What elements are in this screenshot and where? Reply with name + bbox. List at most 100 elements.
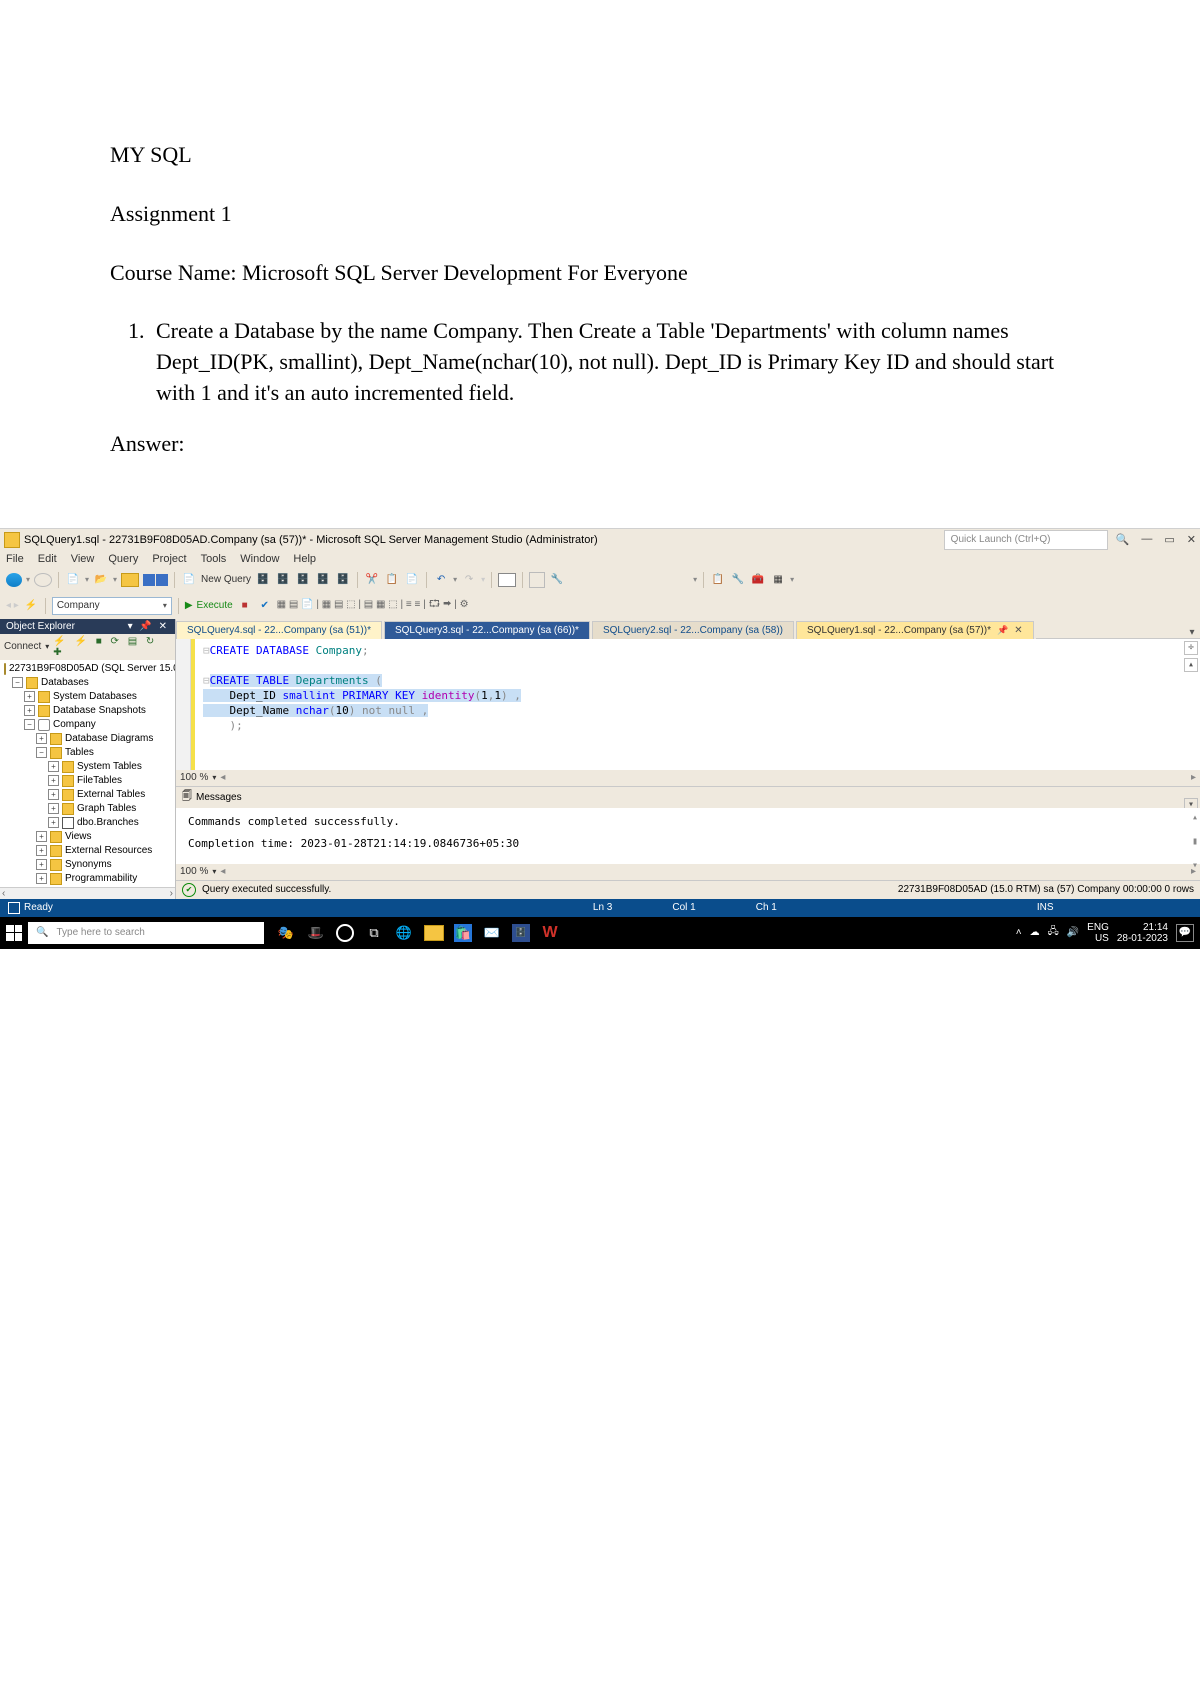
db-snapshots-node[interactable]: Database Snapshots (53, 705, 146, 716)
expand-icon[interactable]: + (48, 817, 59, 828)
expand-icon[interactable]: + (48, 803, 59, 814)
store-icon[interactable]: 🛍️ (454, 924, 472, 942)
redo-icon[interactable]: ↷ (461, 572, 477, 588)
views-node[interactable]: Views (65, 831, 92, 842)
connect-button[interactable]: Connect (4, 641, 41, 652)
menu-view[interactable]: View (71, 553, 95, 565)
tab-sqlquery1[interactable]: SQLQuery1.sql - 22...Company (sa (57))* … (796, 621, 1034, 639)
mail-icon[interactable]: ✉️ (482, 923, 502, 943)
cortana-icon[interactable] (336, 924, 354, 942)
dmx-icon[interactable]: 🗄️ (315, 572, 331, 588)
messages-tab[interactable]: Messages (196, 792, 242, 803)
new-query-icon[interactable]: 📄 (181, 572, 197, 588)
network-icon[interactable]: 🖧 (1048, 924, 1059, 941)
server-node[interactable]: 22731B9F08D05AD (SQL Server 15.0.200 (9, 663, 175, 674)
taskbar-app-icon[interactable]: 🎭 (276, 923, 296, 943)
expand-icon[interactable]: + (48, 761, 59, 772)
taskbar-app-icon[interactable]: 🎩 (306, 923, 326, 943)
graph-tables-node[interactable]: Graph Tables (77, 803, 136, 814)
object-explorer-tree[interactable]: 22731B9F08D05AD (SQL Server 15.0.200^ −D… (0, 660, 175, 887)
branches-table-node[interactable]: dbo.Branches (77, 817, 139, 828)
expand-icon[interactable]: + (36, 845, 47, 856)
expand-icon[interactable]: + (24, 691, 35, 702)
volume-icon[interactable]: 🔊 (1067, 927, 1079, 938)
new-project-icon[interactable]: 📄 (65, 572, 81, 588)
activity-monitor-icon[interactable]: 🔧 (549, 572, 565, 588)
databases-node[interactable]: Databases (41, 677, 89, 688)
company-db-node[interactable]: Company (53, 719, 96, 730)
scroll-right-icon[interactable]: › (170, 888, 173, 899)
minimize-button[interactable]: — (1141, 533, 1152, 546)
menu-tools[interactable]: Tools (201, 553, 227, 565)
menu-edit[interactable]: Edit (38, 553, 57, 565)
execute-button[interactable]: Execute (197, 600, 233, 611)
edge-icon[interactable]: 🌐 (394, 923, 414, 943)
wps-icon[interactable]: W (540, 923, 560, 943)
menu-project[interactable]: Project (152, 553, 186, 565)
synonyms-node[interactable]: Synonyms (65, 859, 112, 870)
menu-help[interactable]: Help (293, 553, 316, 565)
filetables-node[interactable]: FileTables (77, 775, 122, 786)
open-icon[interactable]: 📂 (93, 572, 109, 588)
programmability-node[interactable]: Programmability (65, 873, 137, 884)
menu-file[interactable]: File (6, 553, 24, 565)
toolbox-icon[interactable]: 🧰 (750, 572, 766, 588)
scroll-thumb[interactable]: ▮ (1192, 834, 1198, 850)
props-icon[interactable]: ▦ (770, 572, 786, 588)
tray-chevron-icon[interactable]: ˄ (1016, 927, 1022, 938)
maximize-button[interactable]: ▭ (1164, 533, 1174, 546)
zoom-level-bottom[interactable]: 100 % (180, 866, 208, 877)
tab-sqlquery3[interactable]: SQLQuery3.sql - 22...Company (sa (66))* (384, 621, 590, 639)
parse-icon[interactable]: ✔ (257, 598, 273, 614)
cancel-query-icon[interactable]: ■ (237, 598, 253, 614)
xe-icon[interactable]: 🗄️ (335, 572, 351, 588)
diagrams-node[interactable]: Database Diagrams (65, 733, 153, 744)
quick-launch-box[interactable]: Quick Launch (Ctrl+Q) (944, 530, 1108, 550)
expand-icon[interactable]: + (36, 733, 47, 744)
menu-window[interactable]: Window (240, 553, 279, 565)
explorer-icon[interactable] (424, 925, 444, 941)
tab-dropdown-icon[interactable]: ▾ (1184, 627, 1200, 639)
save-icon[interactable] (143, 574, 155, 586)
start-button[interactable] (6, 925, 22, 941)
db-engine-query-icon[interactable]: 🗄️ (255, 572, 271, 588)
change-connection-icon[interactable]: ⚡ (23, 598, 39, 614)
panel-controls[interactable]: ▾ 📌 ✕ (128, 621, 169, 632)
oe-toolbar-icons[interactable]: ⚡ ⚡ ■ ⟳ ▤ ↻ ✚ (53, 636, 171, 658)
notifications-icon[interactable]: 💬 (1176, 924, 1194, 942)
new-query-button[interactable]: New Query (201, 574, 251, 585)
scroll-left-icon[interactable]: ‹ (2, 888, 5, 899)
expand-icon[interactable]: − (12, 677, 23, 688)
scroll-down-icon[interactable]: ▾ (1192, 858, 1198, 874)
expand-icon[interactable]: − (36, 747, 47, 758)
menu-query[interactable]: Query (108, 553, 138, 565)
close-button[interactable]: ✕ (1187, 533, 1196, 546)
system-tables-node[interactable]: System Tables (77, 761, 142, 772)
external-tables-node[interactable]: External Tables (77, 789, 145, 800)
close-tab-icon[interactable]: ✕ (1014, 625, 1022, 636)
scroll-up-icon[interactable]: ▴ (1192, 810, 1198, 826)
registered-servers-icon[interactable]: 📋 (710, 572, 726, 588)
mdx-icon[interactable]: 🗄️ (295, 572, 311, 588)
xquery-icon[interactable]: 🗄️ (275, 572, 291, 588)
tray-clock[interactable]: 21:1428-01-2023 (1117, 922, 1168, 944)
tab-sqlquery2[interactable]: SQLQuery2.sql - 22...Company (sa (58)) (592, 621, 794, 639)
save-all-icon[interactable] (156, 574, 168, 586)
cut-icon[interactable]: ✂️ (364, 572, 380, 588)
expand-icon[interactable]: + (24, 705, 35, 716)
expand-icon[interactable]: − (24, 719, 35, 730)
system-databases-node[interactable]: System Databases (53, 691, 137, 702)
tables-node[interactable]: Tables (65, 747, 94, 758)
database-combo[interactable]: Company ▾ (52, 597, 172, 615)
scroll-up-icon[interactable]: ▴ (1184, 658, 1198, 672)
expand-icon[interactable]: + (36, 859, 47, 870)
expand-icon[interactable]: + (48, 789, 59, 800)
folder-icon[interactable] (121, 573, 139, 587)
paste-icon[interactable]: 📄 (404, 572, 420, 588)
expand-icon[interactable]: + (48, 775, 59, 786)
zoom-level[interactable]: 100 % (180, 772, 208, 783)
pin-icon[interactable]: 📌 (997, 625, 1008, 636)
split-icon[interactable]: ÷ (1184, 641, 1198, 655)
wrench-icon[interactable]: 🔧 (730, 572, 746, 588)
tab-sqlquery4[interactable]: SQLQuery4.sql - 22...Company (sa (51))* (176, 621, 382, 639)
